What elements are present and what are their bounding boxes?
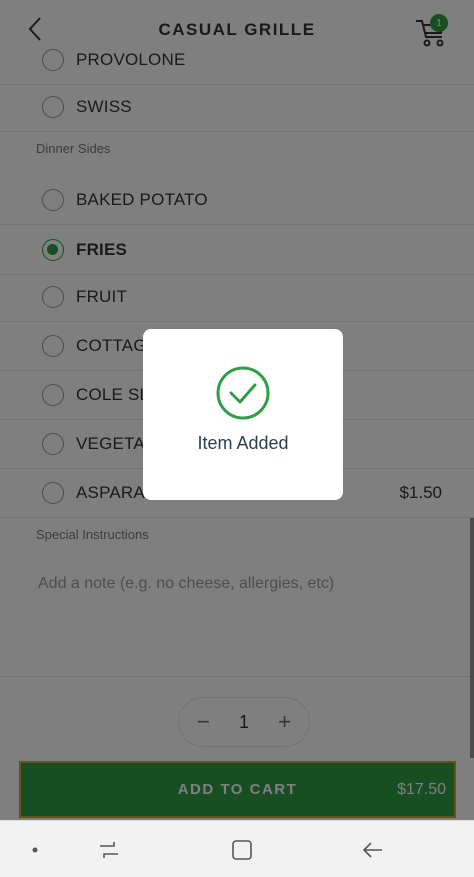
app-screen: CASUAL GRILLE 1 PROVOLONE SWISS Dinner S…	[0, 0, 474, 820]
modal-message: Item Added	[197, 433, 289, 453]
check-circle-icon	[216, 366, 270, 420]
home-icon[interactable]	[229, 837, 255, 863]
item-added-modal: Item Added	[143, 329, 343, 500]
recent-apps-icon[interactable]	[96, 837, 122, 863]
system-nav-bar	[0, 820, 474, 877]
back-arrow-icon[interactable]	[360, 837, 386, 863]
dot-icon[interactable]	[22, 837, 48, 863]
